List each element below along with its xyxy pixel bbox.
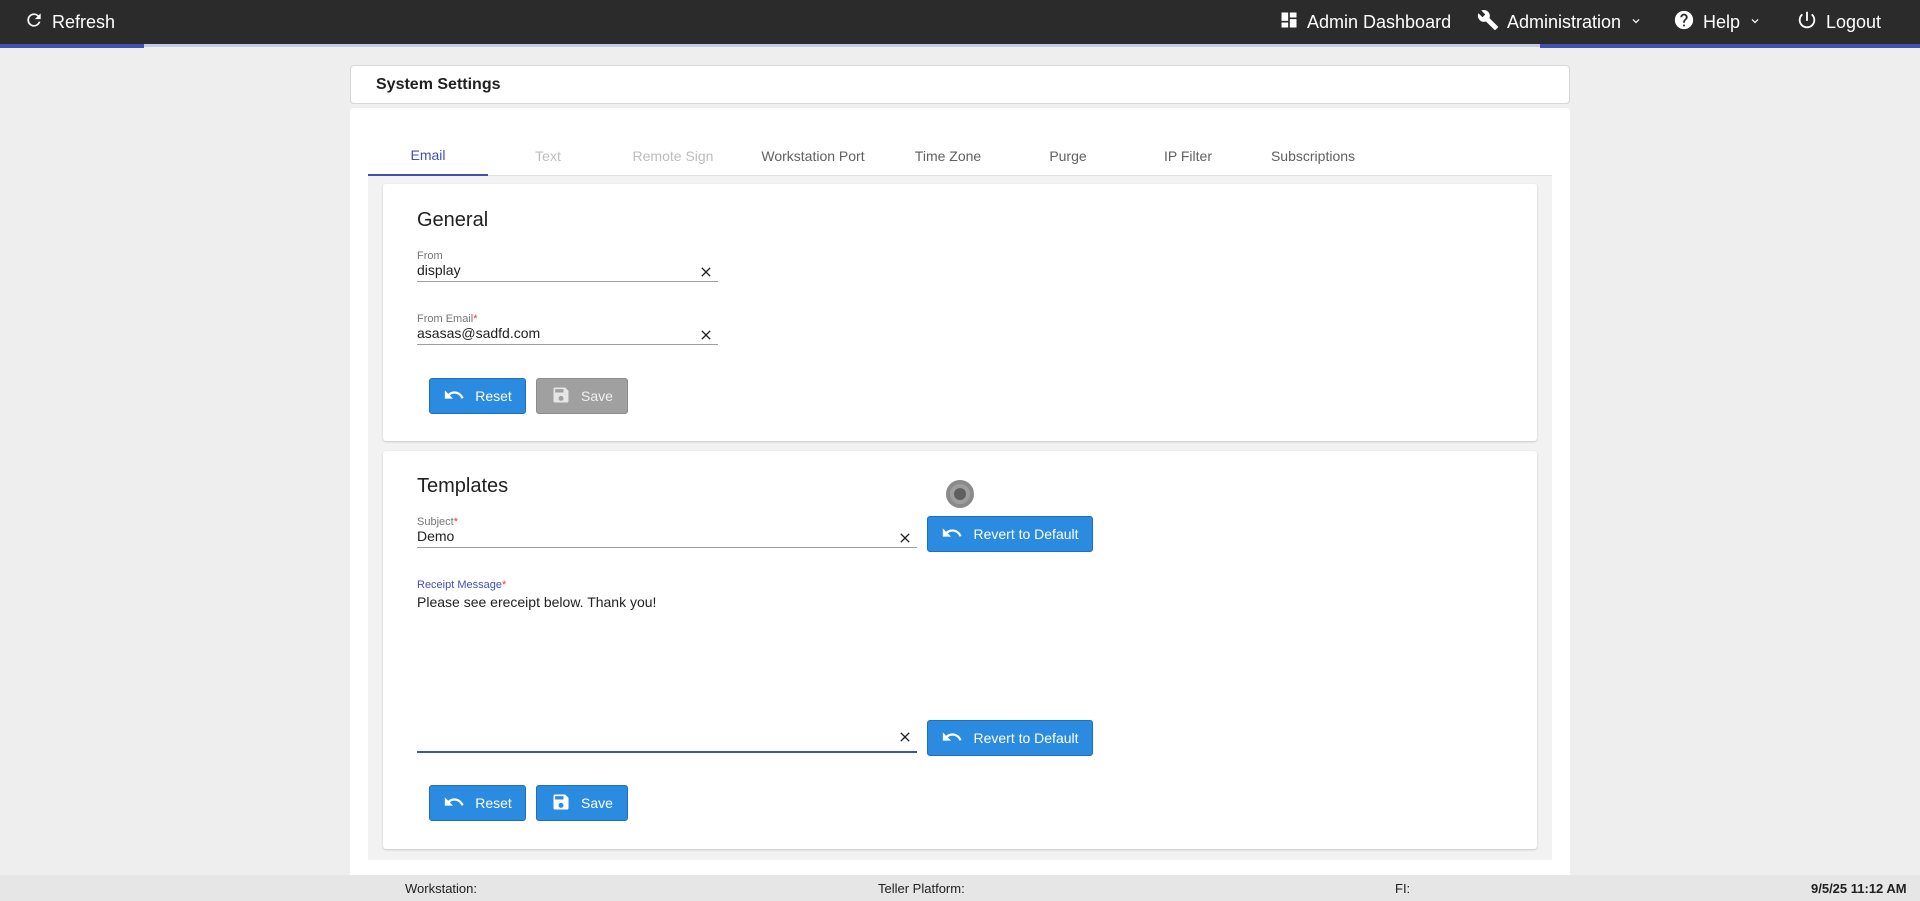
receipt-message-field[interactable]: Receipt Message* Please see ereceipt bel… <box>417 579 917 753</box>
tab-time-zone[interactable]: Time Zone <box>888 136 1008 176</box>
undo-icon <box>941 522 963 547</box>
workstation-label: Workstation: <box>405 881 478 896</box>
top-bar-accent-right <box>1540 44 1920 48</box>
chevron-down-icon <box>1748 12 1762 33</box>
top-bar-accent-left <box>0 44 144 48</box>
subject-field[interactable]: Subject* Demo <box>417 516 917 548</box>
templates-reset-button[interactable]: Reset <box>429 785 526 821</box>
from-email-field[interactable]: From Email* asasas@sadfd.com <box>417 313 718 345</box>
general-save-button[interactable]: Save <box>536 378 628 414</box>
tab-subscriptions[interactable]: Subscriptions <box>1248 136 1378 176</box>
datetime: 9/5/25 11:12 AM <box>1811 881 1907 896</box>
tab-purge[interactable]: Purge <box>1008 136 1128 176</box>
subject-label: Subject <box>417 516 454 528</box>
general-section: General From display From Email* asasas@… <box>383 184 1537 441</box>
required-marker: * <box>502 579 507 591</box>
logout-button[interactable]: Logout <box>1796 0 1881 44</box>
administration-menu[interactable]: Administration <box>1477 0 1643 44</box>
subject-revert-button[interactable]: Revert to Default <box>927 516 1093 552</box>
tab-ip-filter[interactable]: IP Filter <box>1128 136 1248 176</box>
clear-from-email-icon[interactable] <box>698 327 714 343</box>
help-label: Help <box>1703 11 1741 32</box>
power-icon <box>1796 9 1818 36</box>
page-title-card: System Settings <box>350 65 1570 104</box>
receipt-message-label: Receipt Message <box>417 579 502 591</box>
settings-tabs: Email Text Remote Sign Workstation Port … <box>368 136 1552 176</box>
templates-section: Templates Subject* Demo Revert to Defaul… <box>383 451 1537 849</box>
clear-subject-icon[interactable] <box>897 530 913 546</box>
from-input[interactable]: display <box>417 262 461 278</box>
templates-save-label: Save <box>581 795 613 811</box>
receipt-revert-button[interactable]: Revert to Default <box>927 720 1093 756</box>
help-icon <box>1673 9 1695 36</box>
general-reset-label: Reset <box>475 388 512 404</box>
subject-input[interactable]: Demo <box>417 528 454 544</box>
general-title: General <box>417 209 489 231</box>
tab-remote-sign[interactable]: Remote Sign <box>608 136 738 176</box>
mouse-cursor-indicator <box>946 480 974 508</box>
dashboard-icon <box>1279 10 1299 35</box>
save-icon <box>551 792 571 815</box>
save-icon <box>551 385 571 408</box>
from-email-input[interactable]: asasas@sadfd.com <box>417 325 540 341</box>
top-navigation-bar: Refresh Admin Dashboard Administration H… <box>0 0 1920 48</box>
templates-save-button[interactable]: Save <box>536 785 628 821</box>
logout-label: Logout <box>1826 11 1882 32</box>
refresh-button[interactable]: Refresh <box>24 0 115 44</box>
from-label: From <box>417 250 443 262</box>
status-bar: Workstation: Teller Platform: FI: 9/5/25… <box>0 875 1920 901</box>
templates-reset-label: Reset <box>475 795 512 811</box>
refresh-label: Refresh <box>52 11 116 32</box>
tab-workstation-port[interactable]: Workstation Port <box>738 136 888 176</box>
general-save-label: Save <box>581 388 613 404</box>
administration-label: Administration <box>1507 11 1622 32</box>
help-menu[interactable]: Help <box>1673 0 1762 44</box>
general-reset-button[interactable]: Reset <box>429 378 526 414</box>
clear-receipt-icon[interactable] <box>897 729 913 745</box>
receipt-message-textarea[interactable]: Please see ereceipt below. Thank you! <box>417 594 656 610</box>
subject-revert-label: Revert to Default <box>973 526 1079 542</box>
chevron-down-icon <box>1629 12 1643 33</box>
fi-label: FI: <box>1395 881 1411 896</box>
wrench-icon <box>1477 9 1499 36</box>
clear-from-icon[interactable] <box>698 264 714 280</box>
from-field[interactable]: From display <box>417 250 718 282</box>
page-title: System Settings <box>376 75 501 93</box>
templates-title: Templates <box>417 475 509 497</box>
receipt-revert-label: Revert to Default <box>973 730 1079 746</box>
undo-icon <box>443 384 465 409</box>
tab-email[interactable]: Email <box>368 136 488 176</box>
admin-dashboard-link[interactable]: Admin Dashboard <box>1279 0 1451 44</box>
undo-icon <box>941 726 963 751</box>
required-marker: * <box>453 516 458 528</box>
admin-dashboard-label: Admin Dashboard <box>1307 11 1452 32</box>
from-email-label: From Email <box>417 313 474 325</box>
required-marker: * <box>473 313 478 325</box>
tab-text[interactable]: Text <box>488 136 608 176</box>
undo-icon <box>443 791 465 816</box>
refresh-icon <box>24 10 44 35</box>
teller-platform-label: Teller Platform: <box>878 881 965 896</box>
tab-content: General From display From Email* asasas@… <box>368 176 1552 860</box>
